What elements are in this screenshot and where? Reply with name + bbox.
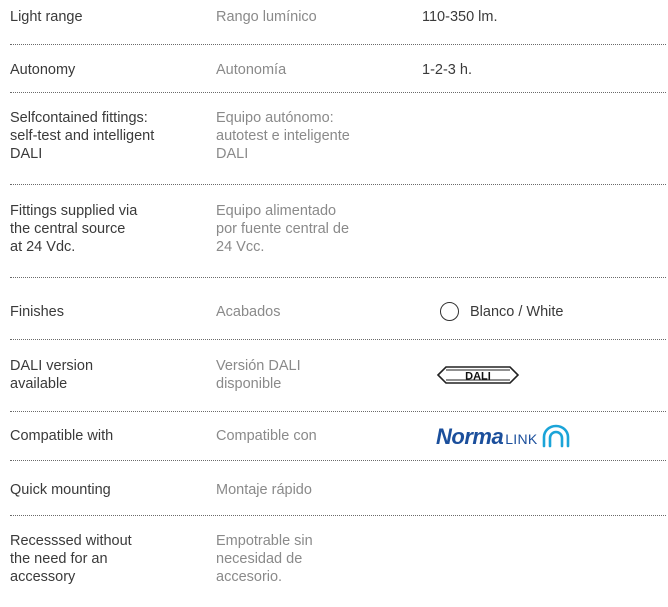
- signal-wave-icon: [542, 424, 569, 448]
- spec-label-es: Equipo autónomo: autotest e inteligente …: [216, 110, 350, 162]
- spec-label-es: Versión DALI disponible: [216, 358, 301, 392]
- spec-label-en: Quick mounting: [10, 482, 111, 498]
- normalink-logo-main: Norma: [436, 424, 504, 449]
- spec-label-en: Fittings supplied via the central source…: [10, 203, 138, 255]
- dali-logo: DALI: [436, 364, 520, 391]
- spec-label-en: Recesssed without the need for an access…: [10, 533, 132, 585]
- spec-label-en: Light range: [10, 9, 83, 25]
- row-divider: [10, 339, 666, 340]
- normalink-logo: Norma LINK: [436, 424, 571, 448]
- row-divider: [10, 515, 666, 516]
- row-divider: [10, 277, 666, 278]
- spec-label-en: Selfcontained fittings: self-test and in…: [10, 110, 155, 162]
- spec-label-es: Autonomía: [216, 62, 287, 78]
- spec-label-es: Equipo alimentado por fuente central de …: [216, 203, 350, 255]
- finish-color-circle: [440, 302, 459, 321]
- row-divider: [10, 44, 666, 45]
- finish-label: Blanco / White: [470, 303, 564, 320]
- spec-label-es: Acabados: [216, 304, 281, 320]
- spec-value: 110-350 lm.: [422, 9, 498, 25]
- row-divider: [10, 184, 666, 185]
- spec-label-en: Finishes: [10, 304, 64, 320]
- spec-label-es: Rango lumínico: [216, 9, 317, 25]
- spec-value: 1-2-3 h.: [422, 62, 472, 78]
- spec-label-en: Compatible with: [10, 428, 114, 444]
- dali-logo-text: DALI: [465, 371, 491, 383]
- row-divider: [10, 411, 666, 412]
- spec-label-es: Empotrable sin necesidad de accesorio.: [216, 533, 313, 585]
- normalink-logo-sub: LINK: [505, 431, 538, 447]
- spec-label-en: DALI version available: [10, 358, 94, 392]
- spec-label-es: Compatible con: [216, 428, 317, 444]
- spec-label-es: Montaje rápido: [216, 482, 312, 498]
- finish-swatch: Blanco / White: [440, 302, 564, 321]
- row-divider: [10, 92, 666, 93]
- spec-label-en: Autonomy: [10, 62, 76, 78]
- row-divider: [10, 460, 666, 461]
